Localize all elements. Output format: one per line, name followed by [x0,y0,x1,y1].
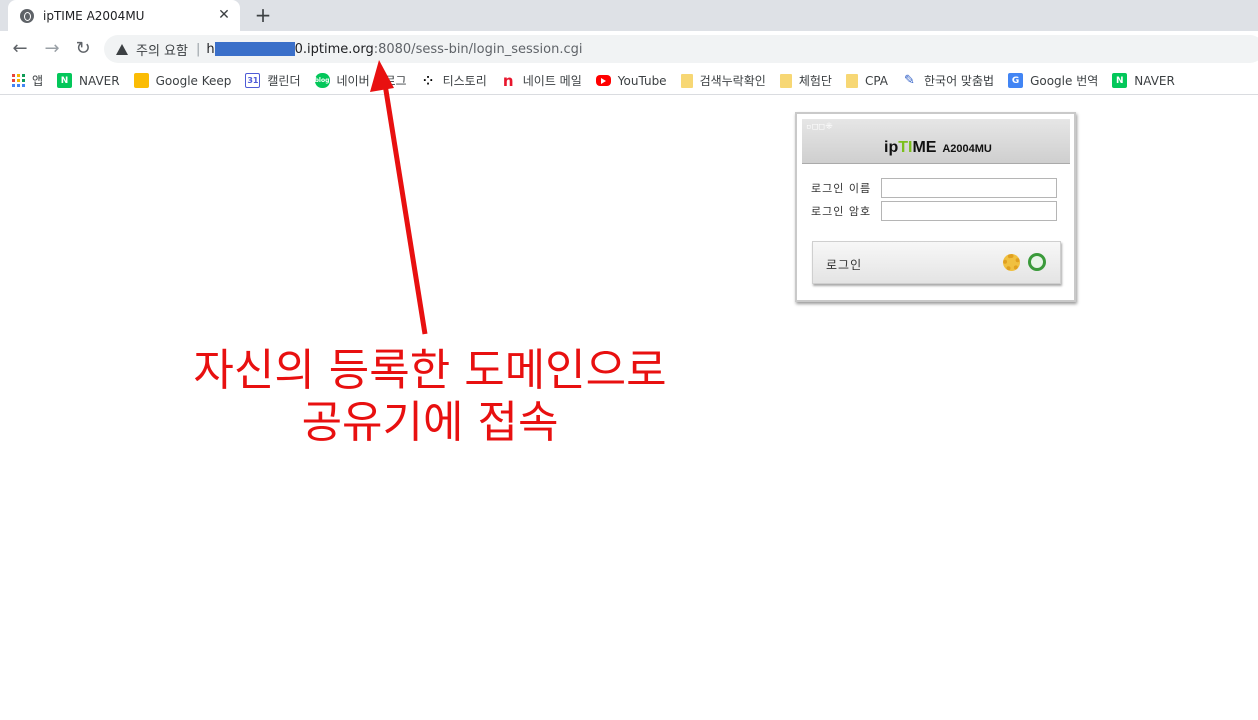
arrow-head [370,60,394,92]
arrow-shaft [381,77,428,335]
annotation-line-2: 공유기에 접속 [301,397,559,448]
annotation-line-1: 자신의 등록한 도메인으로 [193,345,667,396]
annotation-text: 자신의 등록한 도메인으로 공유기에 접속 [160,345,700,449]
